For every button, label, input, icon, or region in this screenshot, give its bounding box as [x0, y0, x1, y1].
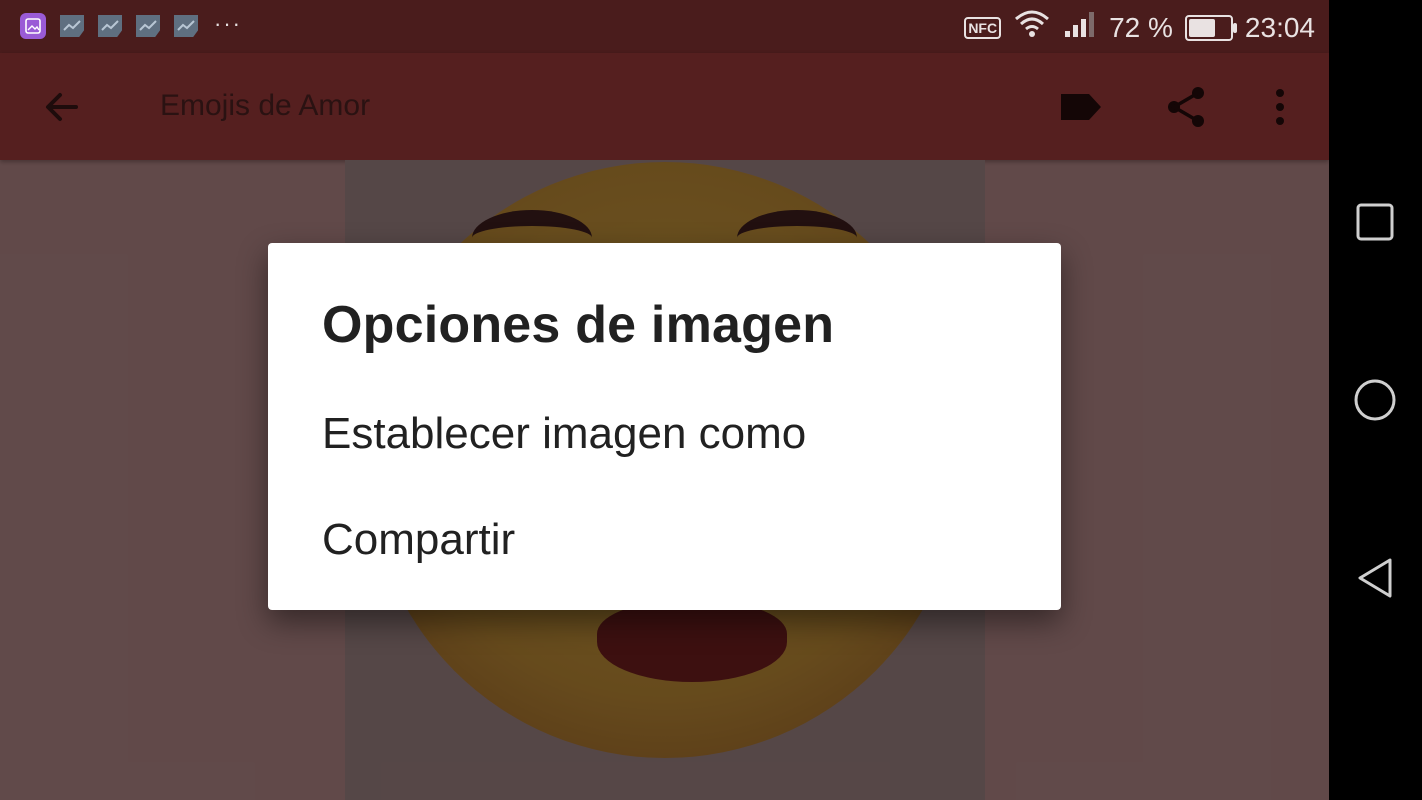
notification-area: ···	[20, 11, 242, 39]
status-bar: ··· NFC 72 % 23:04	[0, 0, 1329, 53]
chart-icon	[98, 15, 122, 37]
app-screen: ··· NFC 72 % 23:04 Emojis de Amor Opcion…	[0, 0, 1329, 800]
chart-icon	[136, 15, 160, 37]
dialog-title: Opciones de imagen	[322, 296, 835, 354]
signal-icon	[1063, 9, 1097, 46]
share-option[interactable]: Compartir	[322, 515, 515, 565]
recents-square-icon[interactable]	[1347, 194, 1403, 250]
label-icon[interactable]	[1054, 81, 1106, 133]
back-arrow-icon[interactable]	[36, 81, 88, 133]
nfc-icon: NFC	[964, 16, 1002, 39]
more-notifications-indicator: ···	[214, 11, 242, 36]
chart-icon	[60, 15, 84, 37]
home-circle-icon[interactable]	[1347, 372, 1403, 428]
chart-icon	[174, 15, 198, 37]
battery-icon	[1184, 14, 1237, 41]
set-image-as-option[interactable]: Establecer imagen como	[322, 409, 806, 459]
gallery-app-icon	[20, 13, 46, 39]
app-title: Emojis de Amor	[160, 89, 371, 122]
battery-level-fill	[1188, 18, 1215, 37]
clock: 23:04	[1244, 11, 1315, 43]
share-icon[interactable]	[1160, 81, 1212, 133]
system-status: NFC 72 % 23:04	[964, 9, 1315, 46]
back-triangle-icon[interactable]	[1347, 550, 1403, 606]
battery-percent: 72 %	[1109, 11, 1173, 43]
navigation-bar	[1329, 0, 1422, 800]
wifi-icon	[1013, 9, 1051, 46]
image-options-dialog: Opciones de imagen Establecer imagen com…	[268, 243, 1061, 610]
more-vert-icon[interactable]	[1254, 81, 1306, 133]
app-bar: Emojis de Amor	[0, 53, 1329, 160]
